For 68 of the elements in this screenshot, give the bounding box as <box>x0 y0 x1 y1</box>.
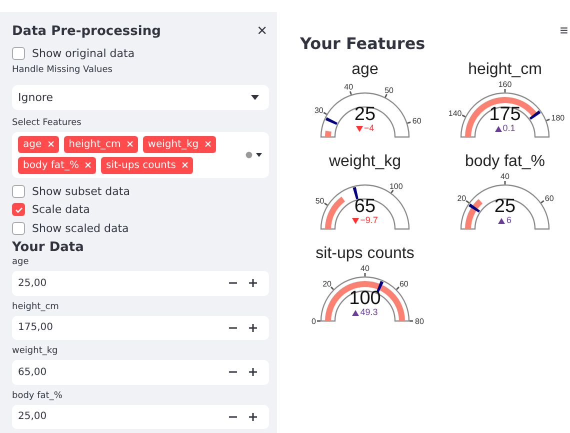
close-icon[interactable] <box>204 141 211 148</box>
tick-label: 40 <box>360 264 370 273</box>
close-icon[interactable] <box>84 162 91 168</box>
number-input[interactable]: 65,00 <box>12 360 269 385</box>
field-label: age <box>12 257 30 268</box>
section-heading: Your Data <box>12 240 85 256</box>
tick-label: 50 <box>315 196 324 206</box>
gauge-title: weight_kg <box>328 153 402 171</box>
field-label: weight_kg <box>12 346 59 356</box>
clear-and-caret-icon[interactable] <box>245 150 263 159</box>
tick-label: 100 <box>389 182 403 192</box>
checkbox[interactable] <box>12 203 25 216</box>
missing-values-select[interactable]: Ignore <box>12 85 269 110</box>
tick-label: 40 <box>500 172 510 181</box>
number-input[interactable]: 175,00 <box>12 316 269 340</box>
tick-label: 20 <box>457 194 466 203</box>
number-input[interactable]: 25,00 <box>12 404 269 430</box>
tick-label: 180 <box>551 114 565 122</box>
plus-icon <box>249 412 257 421</box>
tick-label: 160 <box>498 80 512 89</box>
plus-icon <box>249 279 257 288</box>
checkbox-label: Show subset data <box>32 184 130 198</box>
tick-label: 60 <box>544 194 554 203</box>
close-button[interactable]: × <box>255 21 269 42</box>
tick-label: 140 <box>448 108 462 118</box>
tick-label: 50 <box>384 86 394 95</box>
tick-label: 0 <box>312 317 316 326</box>
gauge-delta: −9.7 <box>360 216 378 225</box>
gauge-value: 65 <box>354 197 376 216</box>
gauge-title: sit-ups counts <box>316 245 414 263</box>
gauge-delta: 49.3 <box>360 308 378 317</box>
gauge-value: 25 <box>354 105 376 124</box>
gauge-delta: −4 <box>364 124 374 133</box>
gauge-title: age <box>352 61 378 79</box>
gauge-value: 100 <box>349 289 381 308</box>
tick-label: 30 <box>314 106 324 116</box>
checkbox[interactable] <box>12 222 25 236</box>
checkbox-label: Scale data <box>32 203 90 216</box>
gauge-value: 175 <box>489 105 521 124</box>
caret-icon <box>251 94 259 100</box>
close-icon[interactable] <box>48 141 54 148</box>
gauge-title: height_cm <box>468 61 542 79</box>
checkbox-label: Show scaled data <box>32 222 129 236</box>
checkbox[interactable] <box>12 47 25 60</box>
number-input[interactable]: 25,00 <box>12 271 269 296</box>
check-icon <box>14 206 22 214</box>
gauge-value: 25 <box>494 197 516 216</box>
plus-icon <box>249 368 257 376</box>
gauge-title: body fat_% <box>464 153 546 171</box>
plus-icon <box>249 324 257 332</box>
menu-button[interactable]: ≡ <box>560 22 568 38</box>
close-icon[interactable] <box>126 141 133 148</box>
field-label: body fat_% <box>12 390 64 401</box>
sidebar-title: Data Pre-processing <box>12 24 161 39</box>
gauge-delta: 0.1 <box>502 124 516 133</box>
checkbox-label: Show original data <box>32 47 135 60</box>
tick-label: 40 <box>344 82 354 92</box>
tick-label: 60 <box>412 116 422 126</box>
field-label: Handle Missing Values <box>12 65 114 76</box>
checkbox[interactable] <box>12 184 25 198</box>
tick-label: 20 <box>322 280 332 289</box>
field-label: Select Features <box>12 118 82 128</box>
gauge-delta: 6 <box>506 216 512 225</box>
tick-label: 80 <box>415 317 424 326</box>
tick-label: 60 <box>399 280 408 289</box>
close-icon[interactable] <box>182 162 188 168</box>
page-title: Your Features <box>300 34 426 53</box>
field-label: height_cm <box>12 302 60 312</box>
